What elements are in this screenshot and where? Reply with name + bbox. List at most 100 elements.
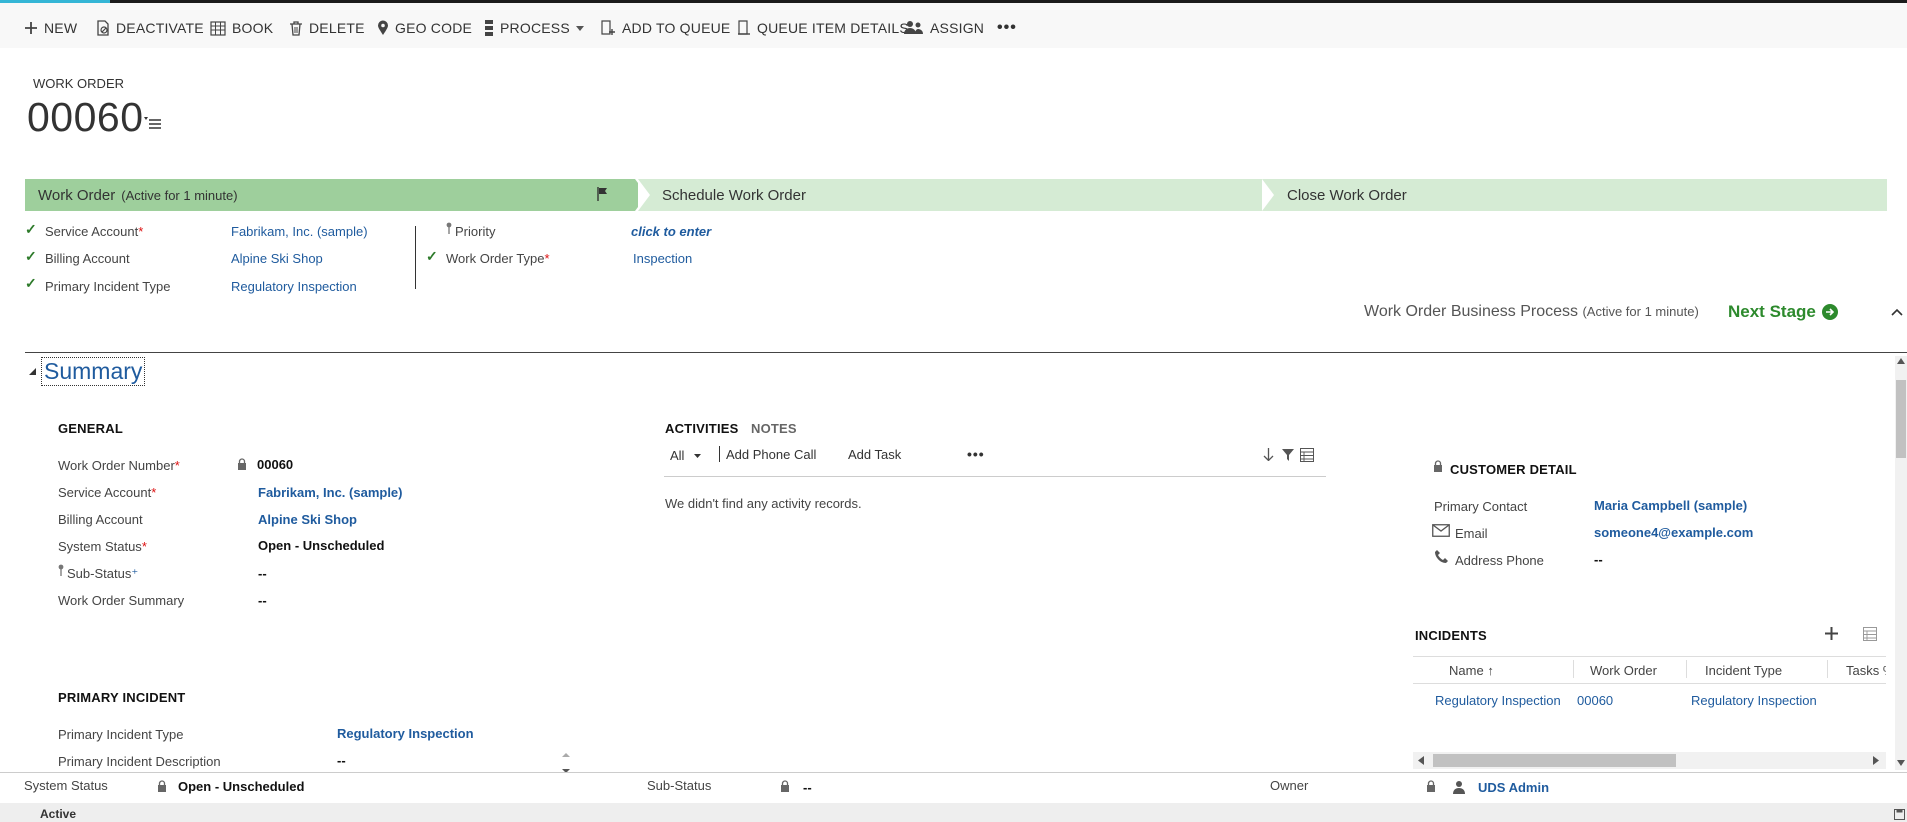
process-priority-label: Priority — [455, 224, 496, 239]
save-icon[interactable] — [1894, 809, 1905, 820]
process-billing-account-label: Billing Account — [45, 251, 130, 266]
trash-icon — [290, 20, 302, 36]
horizontal-scrollbar[interactable] — [1413, 752, 1886, 769]
billing-account-link[interactable]: Alpine Ski Shop — [258, 512, 357, 527]
queue-item-details-label: QUEUE ITEM DETAILS — [757, 20, 909, 36]
queue-item-details-button[interactable]: QUEUE ITEM DETAILS — [737, 17, 909, 39]
incident-work-order-link[interactable]: 00060 — [1577, 693, 1613, 708]
process-priority-input[interactable]: click to enter — [631, 224, 711, 239]
add-task-button[interactable]: Add Task — [848, 447, 901, 462]
add-to-queue-label: ADD TO QUEUE — [622, 20, 731, 36]
process-label: PROCESS — [500, 20, 570, 36]
stage-close-label: Close Work Order — [1287, 186, 1407, 204]
process-work-order-type-label: Work Order Type* — [446, 251, 550, 266]
form-selector-button[interactable] — [144, 116, 162, 135]
footer-owner-link[interactable]: UDS Admin — [1478, 780, 1549, 795]
check-icon: ✓ — [25, 248, 37, 264]
arrow-right-circle-icon — [1821, 304, 1838, 320]
column-work-order[interactable]: Work Order — [1590, 663, 1657, 678]
status-bar: Active — [0, 803, 1907, 822]
billing-account-label: Billing Account — [58, 512, 143, 527]
collapse-process-chevron-icon[interactable] — [1891, 308, 1903, 316]
page-vertical-scrollbar[interactable] — [1895, 356, 1907, 770]
customer-detail-heading: CUSTOMER DETAIL — [1450, 462, 1577, 477]
add-to-queue-button[interactable]: ADD TO QUEUE — [600, 17, 730, 39]
process-primary-incident-type-value[interactable]: Regulatory Inspection — [231, 279, 357, 294]
more-commands-button[interactable]: ••• — [997, 17, 1017, 39]
assign-button[interactable]: ASSIGN — [904, 17, 984, 39]
horizontal-scroll-thumb[interactable] — [1433, 754, 1676, 767]
add-incident-plus-icon[interactable] — [1824, 626, 1839, 641]
column-name[interactable]: Name ↑ — [1449, 663, 1494, 678]
process-service-account-value[interactable]: Fabrikam, Inc. (sample) — [231, 224, 368, 239]
system-status-label: System Status* — [58, 539, 147, 554]
filter-icon[interactable] — [1282, 449, 1294, 461]
book-button[interactable]: BOOK — [210, 17, 273, 39]
stage-schedule-work-order[interactable]: Schedule Work Order — [638, 179, 1275, 211]
user-icon — [1453, 781, 1465, 794]
sort-down-icon[interactable] — [1263, 448, 1274, 461]
table-row[interactable]: Regulatory Inspection 00060 Regulatory I… — [1413, 684, 1886, 714]
stage-notch — [638, 179, 650, 211]
new-label: NEW — [44, 20, 78, 36]
sub-status-value[interactable]: -- — [258, 566, 267, 581]
new-button[interactable]: NEW — [24, 17, 77, 39]
work-order-summary-label: Work Order Summary — [58, 593, 185, 608]
sort-ascending-icon: ↑ — [1487, 663, 1494, 678]
column-incident-type[interactable]: Incident Type — [1705, 663, 1782, 678]
process-footer-status: (Active for 1 minute) — [1582, 304, 1699, 319]
users-icon — [904, 21, 923, 34]
page-title: 00060 — [27, 94, 144, 140]
service-account-link[interactable]: Fabrikam, Inc. (sample) — [258, 485, 403, 500]
scroll-up-icon[interactable] — [1897, 358, 1905, 364]
email-link[interactable]: someone4@example.com — [1594, 525, 1753, 540]
column-tasks[interactable]: Tasks % — [1846, 663, 1886, 678]
column-divider — [1573, 660, 1574, 678]
add-phone-call-button[interactable]: Add Phone Call — [726, 447, 816, 462]
grid-view-icon[interactable] — [1863, 627, 1877, 641]
primary-contact-link[interactable]: Maria Campbell (sample) — [1594, 498, 1747, 513]
system-status-value[interactable]: Open - Unscheduled — [258, 538, 384, 553]
deactivate-icon — [97, 20, 109, 36]
stage-work-order[interactable]: Work Order (Active for 1 minute) — [25, 179, 647, 211]
activity-filter-select[interactable]: All — [670, 448, 702, 463]
process-footer-title: Work Order Business Process — [1364, 303, 1578, 320]
primary-contact-label: Primary Contact — [1434, 499, 1528, 514]
process-divider — [415, 226, 416, 289]
geocode-button[interactable]: GEO CODE — [377, 17, 472, 39]
footer-system-status-label: System Status — [24, 778, 108, 793]
check-icon: ✓ — [426, 248, 438, 264]
email-label: Email — [1455, 526, 1488, 541]
incident-type-link[interactable]: Regulatory Inspection — [1691, 693, 1817, 708]
general-heading: GENERAL — [58, 421, 123, 436]
process-button[interactable]: PROCESS — [484, 17, 584, 39]
book-label: BOOK — [232, 20, 274, 36]
next-stage-button[interactable]: Next Stage — [1728, 302, 1838, 322]
check-icon: ✓ — [25, 221, 37, 237]
incident-name-link[interactable]: Regulatory Inspection — [1435, 693, 1561, 708]
tab-activities[interactable]: ACTIVITIES — [665, 421, 739, 436]
process-billing-account-value[interactable]: Alpine Ski Shop — [231, 251, 323, 266]
grid-view-icon[interactable] — [1300, 448, 1314, 462]
vertical-scroll-thumb[interactable] — [1896, 380, 1906, 458]
scroll-left-icon[interactable] — [1418, 756, 1424, 765]
activities-divider — [664, 476, 1326, 477]
deactivate-button[interactable]: DEACTIVATE — [96, 17, 204, 39]
scroll-down-icon[interactable] — [1897, 760, 1905, 766]
plus-icon — [25, 22, 37, 34]
scroll-right-icon[interactable] — [1873, 756, 1879, 765]
footer-owner-label: Owner — [1270, 778, 1309, 793]
primary-incident-description-value[interactable]: -- — [337, 753, 346, 768]
delete-button[interactable]: DELETE — [289, 17, 365, 39]
stage-close-work-order[interactable]: Close Work Order — [1262, 179, 1887, 211]
work-order-number-value: 00060 — [257, 457, 294, 472]
process-work-order-type-value[interactable]: Inspection — [633, 251, 692, 266]
recommended-icon — [58, 564, 64, 576]
tab-notes[interactable]: NOTES — [751, 421, 797, 436]
primary-incident-type-link[interactable]: Regulatory Inspection — [337, 726, 474, 741]
phone-icon — [1435, 550, 1448, 563]
work-order-summary-value[interactable]: -- — [258, 593, 267, 608]
collapse-section-icon[interactable] — [29, 367, 37, 375]
activities-more-button[interactable]: ••• — [967, 446, 985, 462]
summary-section-title[interactable]: Summary — [41, 357, 146, 386]
